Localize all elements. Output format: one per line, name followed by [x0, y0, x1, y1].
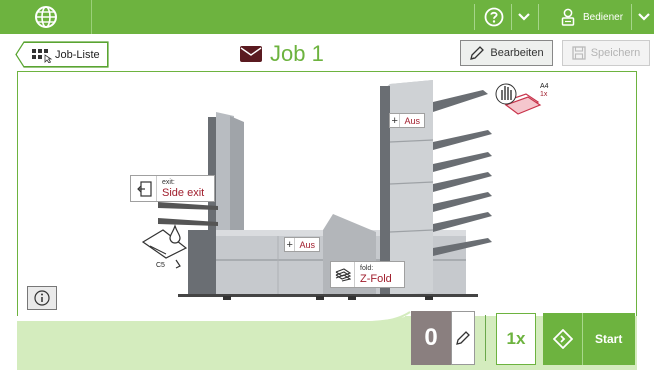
envelope-icon	[240, 46, 262, 62]
topbar-divider	[538, 4, 539, 30]
user-icon	[561, 8, 575, 26]
envelope-toggle[interactable]: + Aus	[284, 237, 320, 252]
pencil-icon	[456, 331, 470, 345]
help-dropdown-button[interactable]	[514, 0, 534, 34]
counter-edit-button[interactable]	[451, 311, 475, 365]
topbar-divider	[631, 4, 632, 30]
exit-selector[interactable]: exit: Side exit	[130, 175, 215, 202]
exit-icon	[131, 176, 157, 201]
envelope-toggle-state: Aus	[299, 239, 315, 250]
job-title: Job 1	[270, 41, 324, 66]
user-name: Bediener	[583, 11, 624, 23]
globe-button[interactable]	[0, 0, 92, 34]
save-icon	[572, 46, 586, 60]
doc-count-label: 1x	[540, 91, 548, 98]
folder-inserter-machine-illustration	[141, 80, 542, 300]
fold-icon	[331, 262, 355, 287]
save-label: Speichern	[590, 47, 641, 59]
job-list-button[interactable]: Job-Liste	[16, 42, 108, 67]
job-title-group: Job 1	[240, 40, 324, 68]
user-button[interactable]: Bediener	[555, 0, 631, 34]
counter-value: 0	[411, 311, 451, 365]
info-button[interactable]	[27, 286, 57, 310]
fold-caption: fold:	[360, 265, 374, 272]
edit-button[interactable]: Bearbeiten	[460, 40, 553, 66]
chevron-down-icon	[638, 13, 650, 21]
start-icon	[543, 313, 583, 365]
topbar-divider	[474, 4, 475, 30]
save-button[interactable]: Speichern	[562, 40, 650, 66]
envelope-size-label: C5	[156, 262, 165, 269]
top-bar: Bediener	[0, 0, 654, 34]
job-list-label: Job-Liste	[55, 48, 100, 61]
globe-icon	[34, 6, 57, 28]
edit-label: Bearbeiten	[490, 47, 544, 59]
fold-value: Z-Fold	[360, 273, 392, 285]
joblist-icon	[32, 48, 53, 63]
plus-icon: +	[390, 114, 401, 127]
piece-counter: 0	[411, 311, 475, 365]
user-dropdown-button[interactable]	[634, 0, 654, 34]
hand-icon	[495, 83, 517, 105]
plus-icon: +	[285, 238, 296, 251]
ink-drop-icon	[169, 224, 181, 244]
help-button[interactable]	[479, 0, 509, 34]
exit-caption: exit:	[162, 179, 175, 186]
chevron-down-icon	[518, 13, 530, 21]
exit-value: Side exit	[162, 187, 205, 199]
tower-toggle[interactable]: + Aus	[389, 113, 425, 128]
pencil-icon	[470, 46, 485, 60]
machine-view: A4 1x + Aus exit: Side exit + Aus fold: …	[17, 71, 637, 318]
repeat-button[interactable]: 1x	[496, 313, 536, 365]
doc-size-label: A4	[540, 83, 549, 90]
tower-toggle-state: Aus	[404, 115, 420, 126]
bottom-divider	[485, 315, 486, 361]
start-label: Start	[595, 332, 623, 346]
fold-selector[interactable]: fold: Z-Fold	[330, 261, 405, 288]
topbar-divider	[511, 4, 512, 30]
help-icon	[484, 7, 504, 27]
start-button[interactable]: Start	[543, 313, 635, 365]
info-icon	[34, 290, 50, 306]
